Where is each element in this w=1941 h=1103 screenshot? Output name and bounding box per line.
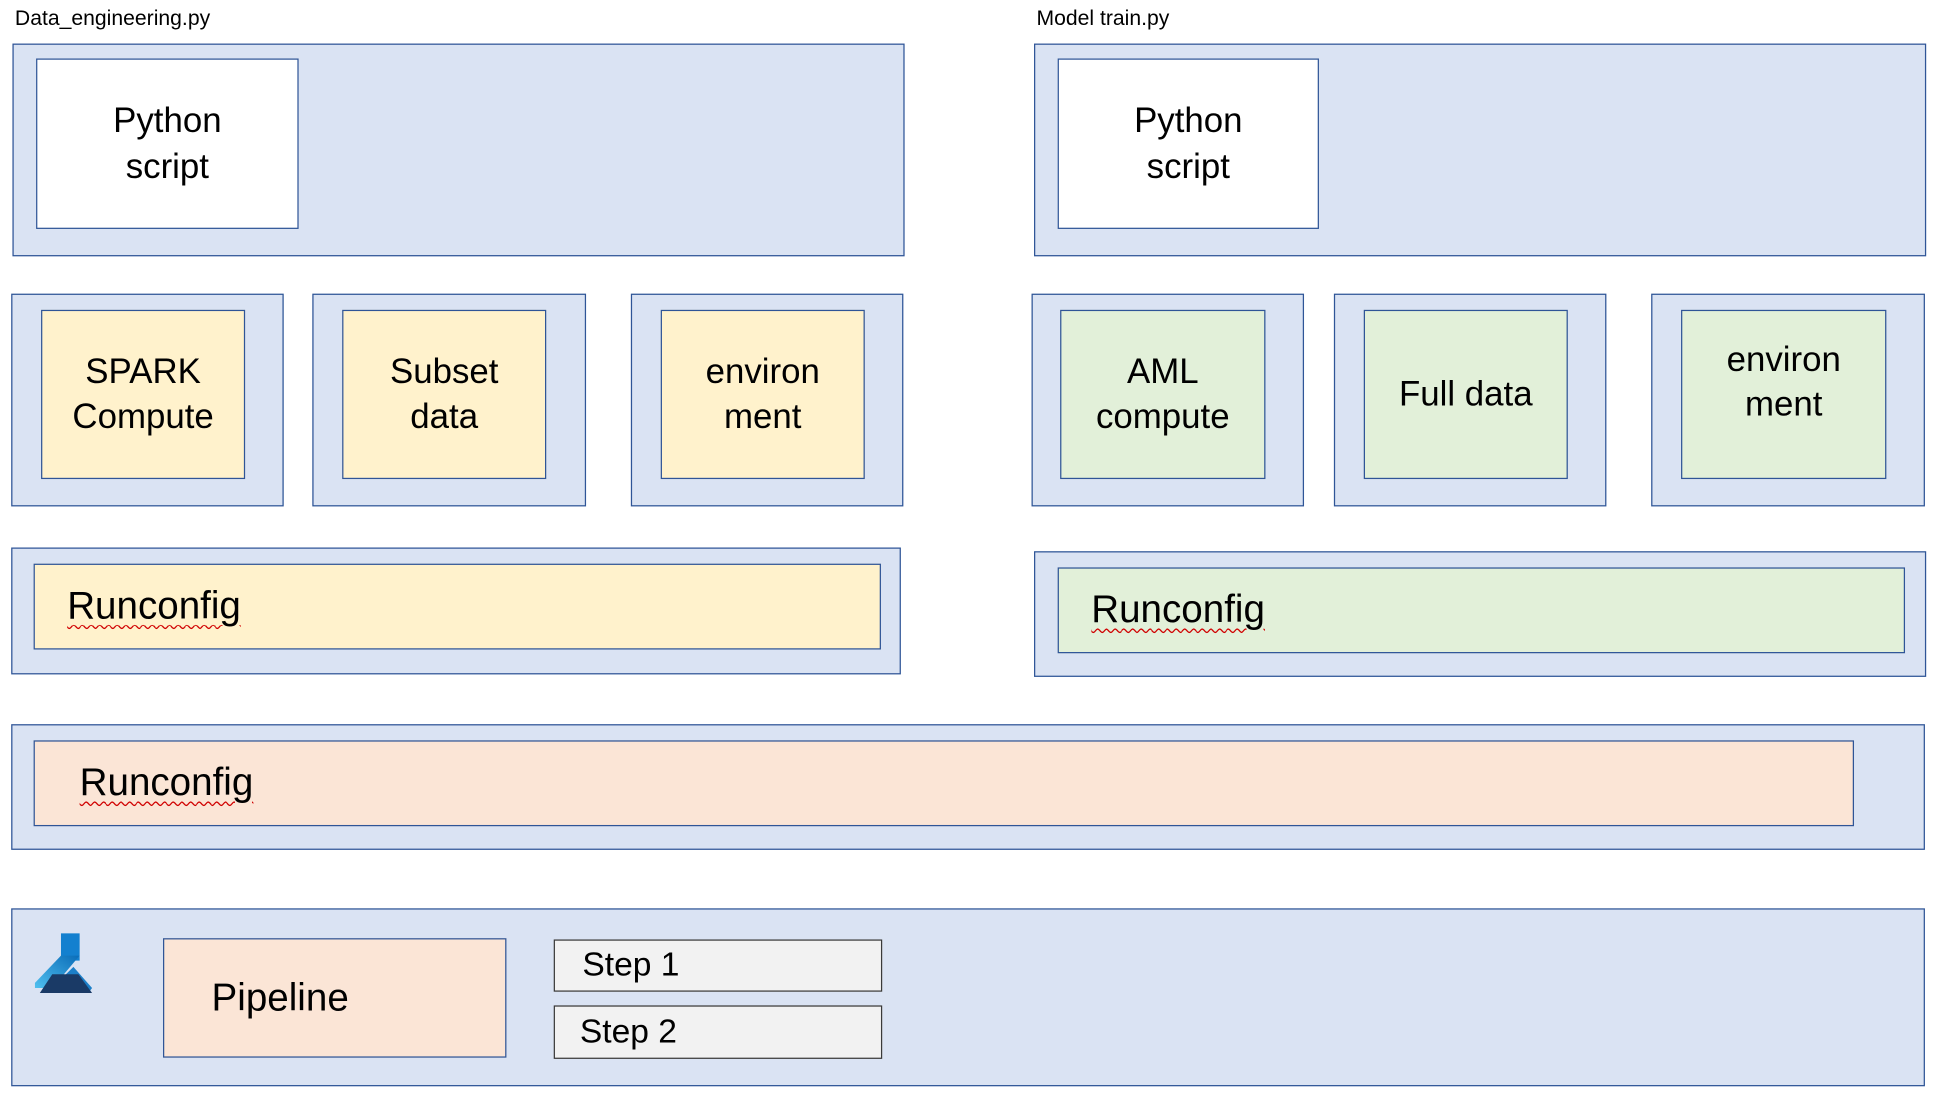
right-python-script: Python script bbox=[1057, 58, 1319, 229]
full-data: Full data bbox=[1363, 309, 1568, 480]
left-python-script: Python script bbox=[36, 58, 299, 229]
model-train-file-label: Model train.py bbox=[1036, 6, 1170, 30]
pipeline-step-1: Step 1 bbox=[553, 939, 883, 992]
data-engineering-file-label: Data_engineering.py bbox=[14, 6, 211, 30]
left-runconfig: Runconfig bbox=[33, 563, 881, 650]
subset-data: Subset data bbox=[342, 309, 547, 480]
azure-machine-learning-icon bbox=[34, 933, 93, 993]
combined-runconfig: Runconfig bbox=[33, 740, 1855, 827]
spark-compute: SPARK Compute bbox=[41, 309, 246, 480]
right-runconfig: Runconfig bbox=[1057, 567, 1906, 654]
right-runconfig-label: Runconfig bbox=[1091, 587, 1265, 632]
diagram: Data_engineering.py Model train.py Pytho… bbox=[0, 0, 1941, 1102]
pipeline-box: Pipeline bbox=[163, 938, 507, 1058]
right-environment: environ ment bbox=[1681, 309, 1887, 480]
pipeline-step-2: Step 2 bbox=[553, 1005, 883, 1059]
left-environment: environ ment bbox=[660, 309, 865, 480]
aml-compute: AML compute bbox=[1060, 309, 1266, 480]
combined-runconfig-label: Runconfig bbox=[79, 760, 254, 805]
left-runconfig-label: Runconfig bbox=[67, 584, 241, 628]
